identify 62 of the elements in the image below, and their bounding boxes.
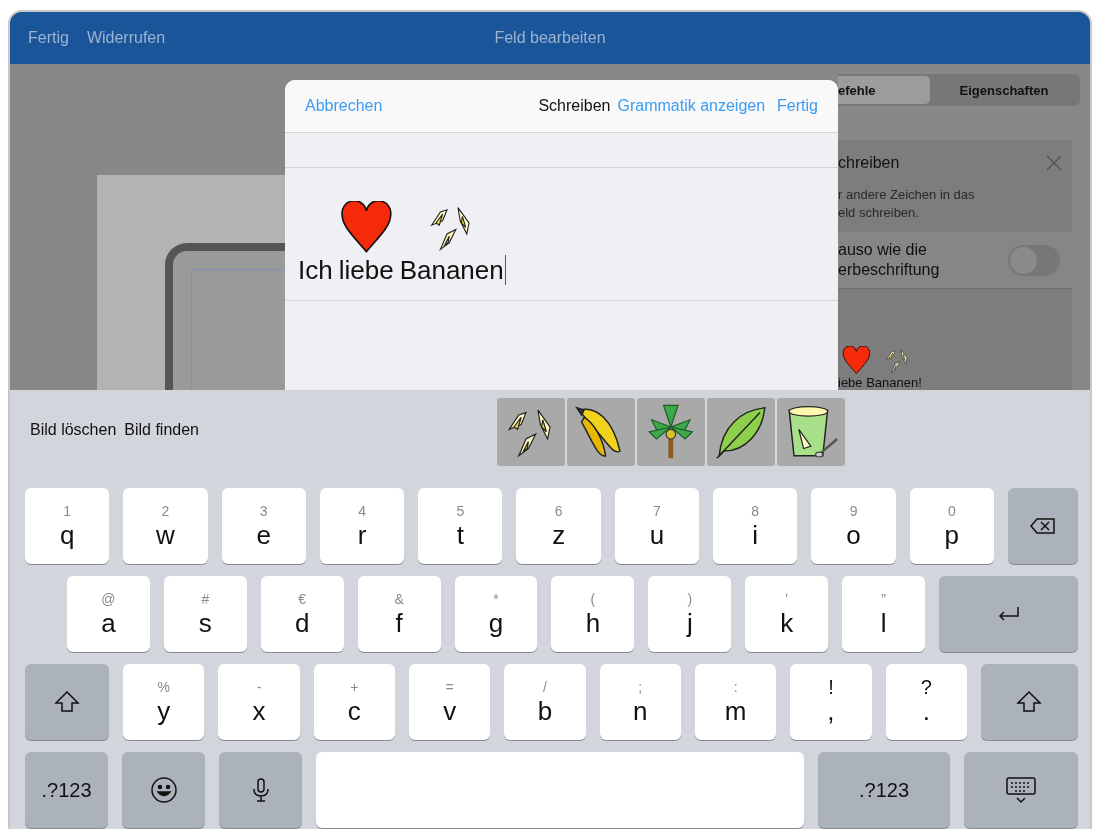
close-icon[interactable] <box>1046 155 1062 171</box>
keyboard-key[interactable]: 7 u <box>614 488 700 564</box>
keyboard-key[interactable]: / b <box>504 664 586 740</box>
picture-suggestion[interactable] <box>707 398 775 466</box>
keyboard-key[interactable]: ? . <box>885 664 967 740</box>
keyboard-key[interactable]: ’ k <box>745 576 829 652</box>
hide-key[interactable] <box>964 752 1078 828</box>
keyboard-key[interactable]: ” l <box>842 576 925 652</box>
backspace-key[interactable] <box>1007 488 1078 564</box>
keyboard-key[interactable]: 1 q <box>25 488 110 564</box>
numbers-key[interactable]: .?123 <box>25 752 108 828</box>
keyboard-key[interactable]: 5 t <box>418 488 503 564</box>
preview-text: iebe Bananen! <box>838 375 922 390</box>
picture-action[interactable]: Bild finden <box>116 421 199 439</box>
keyboard-key[interactable]: 9 o <box>811 488 896 564</box>
keyboard-key[interactable]: % y <box>123 664 205 740</box>
keyboard-hide-icon <box>1004 775 1038 805</box>
keyboard-key[interactable]: @ a <box>67 576 150 652</box>
numbers-key[interactable]: .?123 <box>818 752 950 828</box>
card-description: eld schreiben. <box>838 204 920 222</box>
keyboard-key[interactable]: & f <box>357 576 441 652</box>
keyboard-key[interactable]: 3 e <box>221 488 306 564</box>
keyboard-key[interactable]: = v <box>409 664 491 740</box>
nav-link[interactable]: Widerrufen <box>86 29 166 47</box>
mic-key[interactable] <box>219 752 302 828</box>
keyboard-key[interactable]: ) j <box>648 576 732 652</box>
heart-icon <box>842 346 871 375</box>
window-title: Feld bearbeiten <box>494 29 606 47</box>
keyboard-key[interactable]: ! , <box>790 664 872 740</box>
keyboard-key[interactable]: * g <box>454 576 538 652</box>
smiley-icon <box>148 775 179 805</box>
word: Bananen <box>399 254 504 286</box>
keyboard-key[interactable]: : m <box>694 664 777 740</box>
keyboard-key[interactable]: 6 z <box>516 488 601 564</box>
heart-icon <box>339 201 393 254</box>
picture-suggestion[interactable] <box>777 398 845 466</box>
keyboard-key[interactable]: # s <box>163 576 247 652</box>
keyboard-key[interactable]: ( h <box>551 576 635 652</box>
word: Ich <box>298 254 333 286</box>
dialog-title: Schreiben <box>538 97 611 115</box>
keyboard-key[interactable]: € d <box>260 576 344 652</box>
picture-suggestion[interactable] <box>567 398 635 466</box>
keyboard-key[interactable]: 2 w <box>123 488 208 564</box>
text-cursor <box>504 255 506 285</box>
picture-suggestion[interactable] <box>497 398 565 466</box>
emoji-key[interactable] <box>122 752 205 828</box>
segment-tab[interactable]: Eigenschaften <box>930 76 1078 104</box>
symbol-text-field[interactable]: Ich liebe Bananen <box>285 168 838 301</box>
word: liebe <box>338 254 394 286</box>
shift-key[interactable] <box>25 664 109 740</box>
keyboard-key[interactable]: - x <box>218 664 300 740</box>
toggle-label: auso wie die <box>838 240 928 260</box>
keyboard-key[interactable]: 0 p <box>909 488 994 564</box>
keyboard-key[interactable]: ; n <box>599 664 681 740</box>
card-heading: chreiben <box>838 154 900 172</box>
keyboard-key[interactable]: 8 i <box>713 488 798 564</box>
picture-action[interactable]: Bild löschen <box>15 421 117 439</box>
segment-tab[interactable]: efehle <box>838 76 930 104</box>
keyboard-key[interactable]: + c <box>313 664 395 740</box>
keyboard-key[interactable]: 4 r <box>319 488 405 564</box>
toggle-label: erbeschriftung <box>838 260 940 280</box>
card-description: r andere Zeichen in das <box>838 186 976 204</box>
